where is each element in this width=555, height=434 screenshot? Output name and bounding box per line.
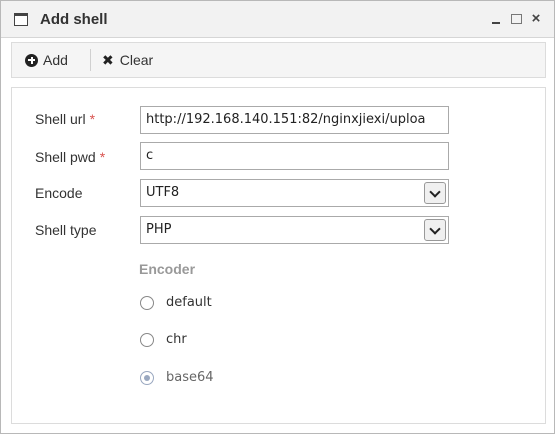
title-bar[interactable]: Add shell × [1,1,554,38]
shell-type-label: Shell type [35,222,97,238]
shell-type-selected-value: PHP [146,222,172,237]
minimize-button[interactable] [489,12,503,26]
encode-label: Encode [35,185,83,201]
chevron-down-icon[interactable] [424,182,446,204]
add-button-label: Add [43,52,68,68]
shell-pwd-label: Shell pwd * [35,149,105,165]
radio-button-selected[interactable] [140,370,154,385]
add-button[interactable]: Add [25,43,68,77]
radio-button[interactable] [140,332,154,347]
encoder-option-label: default [166,295,212,310]
required-mark: * [89,111,96,127]
required-mark: * [99,149,106,165]
encode-select[interactable]: UTF8 [140,179,449,207]
encoder-section-title: Encoder [139,261,196,277]
shell-pwd-input[interactable]: c [140,142,449,170]
shell-url-label: Shell url * [35,111,95,127]
clear-button-label: Clear [119,52,154,68]
shell-url-label-text: Shell url [35,111,86,127]
encoder-option-chr[interactable]: chr [140,332,187,347]
encoder-option-default[interactable]: default [140,295,212,310]
toolbar-divider [90,49,91,71]
clear-button[interactable]: ✖ Clear [102,43,153,77]
encoder-option-label: chr [166,332,187,347]
x-icon: ✖ [102,52,114,68]
shell-type-select[interactable]: PHP [140,216,449,244]
encode-selected-value: UTF8 [146,185,180,200]
close-button[interactable]: × [529,11,543,26]
radio-button[interactable] [140,295,154,310]
add-shell-window: Add shell × Add ✖ Clear Shell url * http:… [0,0,555,434]
encoder-option-label: base64 [166,370,214,385]
encoder-option-base64[interactable]: base64 [140,370,214,385]
shell-url-input[interactable]: http://192.168.140.151:82/nginxjiexi/upl… [140,106,449,134]
maximize-button[interactable] [509,12,523,26]
shell-form: Shell url * http://192.168.140.151:82/ngi… [11,87,546,424]
plus-circle-icon [25,53,38,67]
window-icon [14,13,28,26]
shell-pwd-label-text: Shell pwd [35,149,96,165]
toolbar: Add ✖ Clear [11,42,546,78]
chevron-down-icon[interactable] [424,219,446,241]
window-title: Add shell [40,11,108,28]
